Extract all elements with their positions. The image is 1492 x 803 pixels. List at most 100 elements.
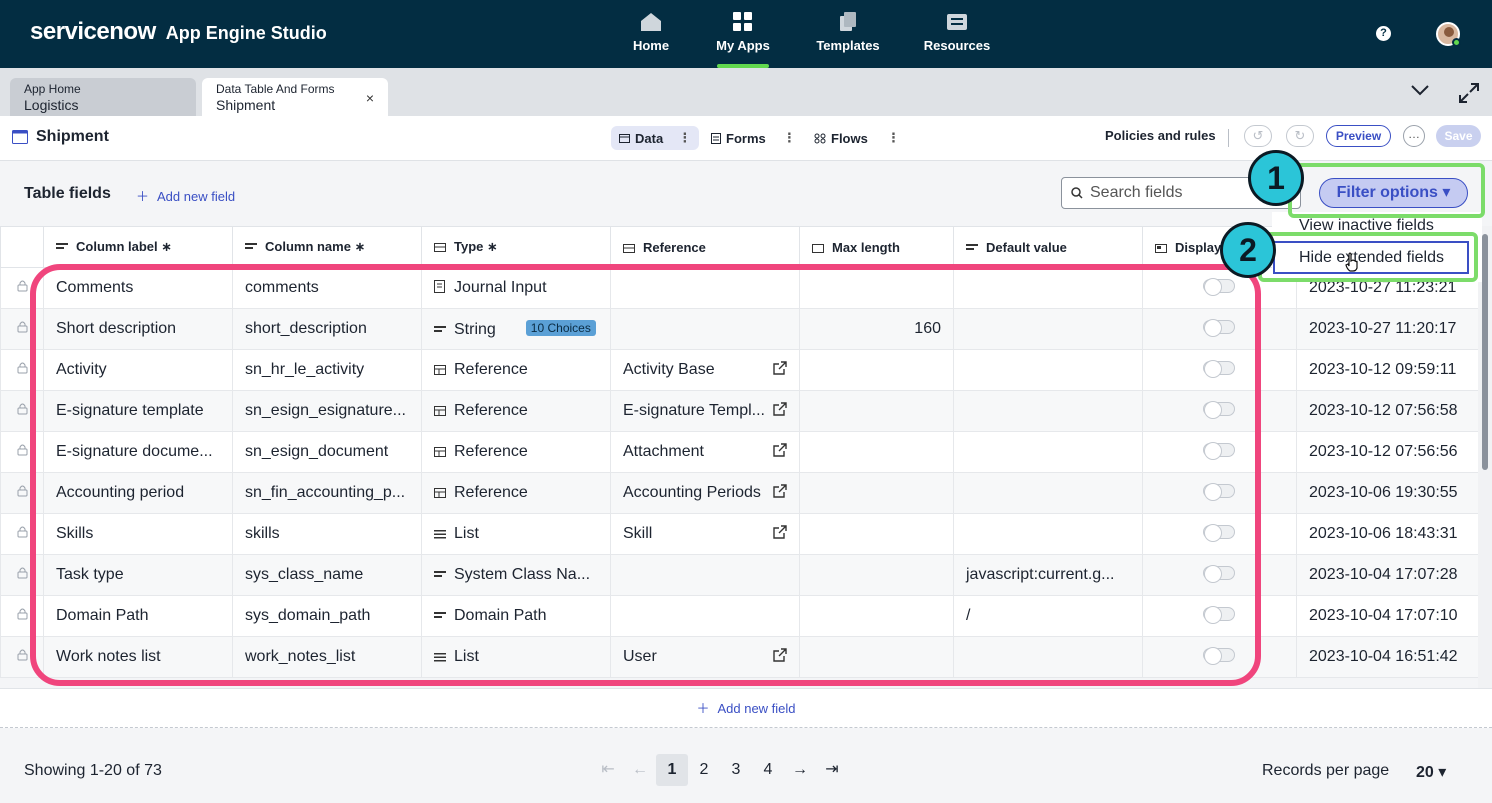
cell-updated: 2023-10-27 11:20:17 [1296,308,1479,350]
number-icon [812,243,824,253]
header-default-value[interactable]: Default value [953,226,1143,268]
nav-resources[interactable]: Resources [915,12,999,53]
tab-data[interactable]: Data ⋮ [611,126,700,150]
plus-icon: ＋ [696,701,710,716]
table-fields-title: Table fields [24,185,111,202]
expand-icon[interactable] [1458,82,1480,104]
display-icon [1155,243,1167,253]
cell-updated: 2023-10-06 19:30:55 [1296,472,1479,514]
page-3-button[interactable]: 3 [720,754,752,786]
lock-icon [17,280,27,292]
save-button[interactable]: Save [1436,125,1481,147]
more-options-button[interactable]: … [1403,125,1425,147]
lock-icon [17,444,27,456]
scrollbar-thumb[interactable] [1482,234,1488,470]
header-lock [0,226,44,268]
nav-templates[interactable]: Templates [806,12,890,53]
add-new-field-row-label: Add new field [717,701,796,716]
records-per-page-label: Records per page [1262,762,1390,779]
search-placeholder: Search fields [1090,184,1183,201]
cell-updated: 2023-10-12 07:56:58 [1296,390,1479,432]
header-max-length[interactable]: Max length [799,226,954,268]
lock-icon [17,362,27,374]
lock-icon [17,321,27,333]
page-2-button[interactable]: 2 [688,754,720,786]
flow-icon [814,133,826,143]
add-new-field-button[interactable]: ＋ Add new field [136,186,235,205]
cell-updated: 2023-10-12 07:56:56 [1296,431,1479,473]
top-nav: servicenow App Engine Studio Home My App… [0,0,1492,68]
undo-button[interactable]: ↺ [1244,125,1272,147]
tab-flows-label: Flows [831,130,868,146]
preview-button[interactable]: Preview [1326,125,1391,147]
annotation-highlight-hide-extended [1258,232,1478,282]
prev-page-button[interactable]: ← [624,754,656,786]
cell-updated: 2023-10-04 16:51:42 [1296,636,1479,678]
cell-updated: 2023-10-04 17:07:10 [1296,595,1479,637]
lock-icon [17,403,27,415]
cell-updated: 2023-10-12 09:59:11 [1296,349,1479,391]
brand[interactable]: servicenow App Engine Studio [30,18,327,46]
lock-icon [17,567,27,579]
nav-home-label: Home [632,38,670,53]
header-type[interactable]: Type ∗ [421,226,611,268]
nav-home[interactable]: Home [609,12,693,53]
text-icon [966,243,978,250]
records-per-page-select[interactable]: 20 ▾ [1416,762,1446,782]
pagination-footer: Showing 1-20 of 73 ⇤ ← 1 2 3 4 → ⇥ Recor… [0,738,1492,803]
page-title-text: Shipment [36,128,109,145]
page-4-button[interactable]: 4 [752,754,784,786]
close-icon[interactable]: × [366,90,374,106]
pager: ⇤ ← 1 2 3 4 → ⇥ [592,754,848,786]
tab-data-subtitle: Shipment [216,97,276,113]
last-page-button[interactable]: ⇥ [816,754,848,786]
nav-my-apps[interactable]: My Apps [701,12,785,68]
nav-templates-label: Templates [816,38,880,53]
header-column-name[interactable]: Column name ∗ [232,226,422,268]
tab-app-home[interactable]: App Home Logistics [10,78,196,116]
tab-forms-label: Forms [726,130,766,146]
header-reference[interactable]: Reference [610,226,800,268]
nav-resources-label: Resources [923,38,991,53]
help-icon[interactable]: ? [1376,26,1391,41]
next-page-button[interactable]: → [784,754,816,786]
first-page-button[interactable]: ⇤ [592,754,624,786]
cell-updated: 2023-10-06 18:43:31 [1296,513,1479,555]
templates-icon [840,12,856,31]
lock-icon [17,649,27,661]
tab-app-home-title: App Home [24,82,81,96]
tab-data-label: Data [635,130,664,146]
chevron-down-icon[interactable] [1410,83,1430,97]
annotation-badge-2: 2 [1220,222,1276,278]
grid-icon [733,12,752,31]
text-icon [245,243,257,249]
tab-data-title: Data Table And Forms [216,82,335,96]
plus-icon: ＋ [136,189,150,204]
policies-and-rules-link[interactable]: Policies and rules [1105,128,1216,143]
annotation-highlight-rows [30,264,1261,686]
search-icon [1071,187,1083,199]
hand-cursor-icon [1345,252,1358,272]
kebab-icon[interactable]: ⋮ [887,130,900,146]
nav-my-apps-label: My Apps [716,38,770,53]
header-column-label[interactable]: Column label ∗ [43,226,233,268]
tab-forms[interactable]: Forms ⋮ [703,126,804,150]
page-1-button[interactable]: 1 [656,754,688,786]
add-new-field-row-button[interactable]: ＋ Add new field [0,688,1492,728]
servicenow-logo: servicenow [30,18,156,45]
resources-icon [947,14,967,30]
presence-indicator [1452,38,1461,47]
showing-count: Showing 1-20 of 73 [24,762,162,779]
tab-app-home-subtitle: Logistics [24,97,79,113]
tab-data-table-forms[interactable]: Data Table And Forms Shipment × [202,78,388,116]
lock-icon [17,608,27,620]
reference-icon [434,243,446,252]
redo-button[interactable]: ↻ [1286,125,1314,147]
divider [1228,129,1229,147]
annotation-badge-1: 1 [1248,150,1304,206]
annotation-highlight-filter [1288,163,1485,218]
home-icon [641,13,661,31]
tab-flows[interactable]: Flows ⋮ [806,126,908,150]
kebab-icon[interactable]: ⋮ [783,130,796,146]
kebab-icon[interactable]: ⋮ [678,130,691,146]
